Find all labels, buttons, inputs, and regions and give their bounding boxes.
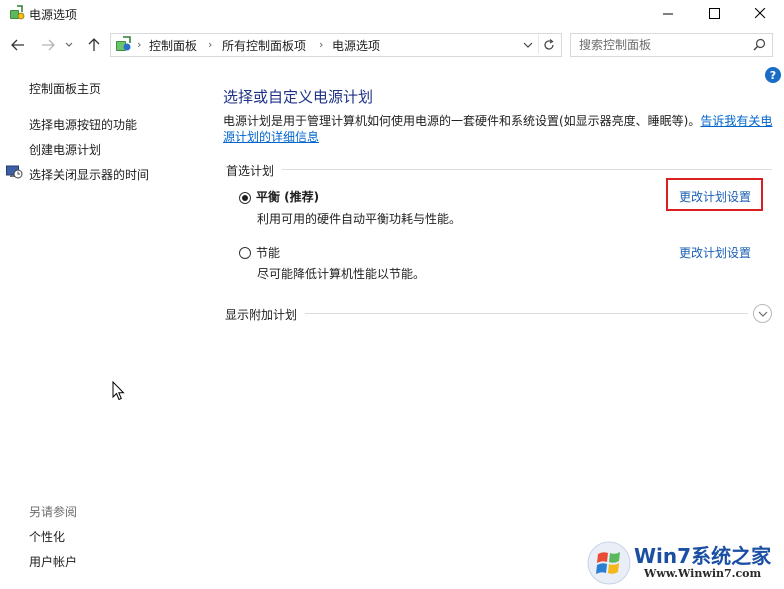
- chevron-down-icon: [758, 311, 767, 317]
- plan-balanced-description: 利用可用的硬件自动平衡功耗与性能。: [257, 212, 462, 226]
- see-also-user-accounts[interactable]: 用户帐户: [29, 553, 77, 570]
- intro-text: 电源计划是用于管理计算机如何使用电源的一套硬件和系统设置(如显示器亮度、睡眠等)…: [223, 114, 701, 128]
- mouse-pointer-icon: [112, 381, 125, 401]
- arrow-up-icon: [88, 38, 100, 51]
- search-input[interactable]: [579, 37, 744, 52]
- show-additional-plans-label[interactable]: 显示附加计划: [225, 306, 297, 323]
- intro-text-block: 电源计划是用于管理计算机如何使用电源的一套硬件和系统设置(如显示器亮度、睡眠等)…: [223, 113, 775, 145]
- section-divider: [305, 313, 748, 314]
- arrow-right-icon: [42, 39, 55, 51]
- close-button[interactable]: [742, 0, 778, 27]
- back-button[interactable]: [8, 35, 28, 55]
- minimize-icon: [662, 13, 673, 15]
- minimize-button[interactable]: [650, 0, 686, 27]
- sidebar-control-panel-home[interactable]: 控制面板主页: [29, 80, 101, 97]
- breadcrumb-control-panel[interactable]: 控制面板: [149, 37, 197, 54]
- control-panel-icon: [115, 36, 132, 53]
- watermark-title: Win7系统之家: [634, 544, 772, 568]
- breadcrumb-power-options[interactable]: 电源选项: [332, 37, 380, 54]
- plan-balanced-radio[interactable]: [239, 192, 251, 204]
- page-title: 选择或自定义电源计划: [223, 88, 374, 106]
- chevron-down-icon: [523, 42, 533, 48]
- maximize-button[interactable]: [696, 0, 732, 27]
- highlight-box: [666, 178, 763, 211]
- windows-logo-icon: [587, 541, 631, 585]
- close-icon: [754, 8, 765, 19]
- arrow-left-icon: [11, 39, 24, 51]
- search-icon: [753, 38, 766, 51]
- breadcrumb-all-items[interactable]: 所有控制面板项: [222, 37, 306, 54]
- plan-power-saver-name[interactable]: 节能: [256, 244, 280, 261]
- refresh-icon: [544, 38, 554, 50]
- section-divider: [282, 169, 772, 170]
- breadcrumb-separator: ›: [208, 38, 213, 51]
- help-button[interactable]: ?: [765, 67, 781, 83]
- preferred-plans-label: 首选计划: [226, 164, 275, 178]
- forward-button[interactable]: [38, 35, 58, 55]
- see-also-personalization[interactable]: 个性化: [29, 528, 65, 545]
- breadcrumb-separator: ›: [319, 38, 324, 51]
- plan-balanced-name[interactable]: 平衡 (推荐): [256, 188, 319, 205]
- see-also-label: 另请参阅: [29, 505, 78, 519]
- search-box[interactable]: [570, 33, 773, 57]
- power-options-icon: [8, 4, 25, 21]
- watermark-url: Www.Winwin7.com: [644, 567, 762, 580]
- breadcrumb-separator: ›: [137, 38, 142, 51]
- up-button[interactable]: [84, 35, 104, 55]
- chevron-down-icon: [65, 42, 73, 47]
- recent-locations-button[interactable]: [62, 35, 76, 55]
- address-dropdown-button[interactable]: [519, 36, 537, 53]
- plan-power-saver-radio[interactable]: [239, 247, 251, 259]
- plan-power-saver-description: 尽可能降低计算机性能以节能。: [257, 267, 426, 281]
- plan-power-saver-change-settings-link[interactable]: 更改计划设置: [679, 244, 751, 261]
- monitor-clock-icon: [6, 165, 23, 180]
- sidebar-create-power-plan[interactable]: 创建电源计划: [29, 141, 101, 158]
- refresh-button[interactable]: [538, 35, 559, 54]
- sidebar-display-off-time[interactable]: 选择关闭显示器的时间: [29, 166, 149, 183]
- maximize-icon: [708, 8, 720, 19]
- window-title: 电源选项: [29, 8, 78, 22]
- expand-additional-plans-button[interactable]: [753, 304, 772, 323]
- sidebar-power-button-function[interactable]: 选择电源按钮的功能: [29, 116, 137, 133]
